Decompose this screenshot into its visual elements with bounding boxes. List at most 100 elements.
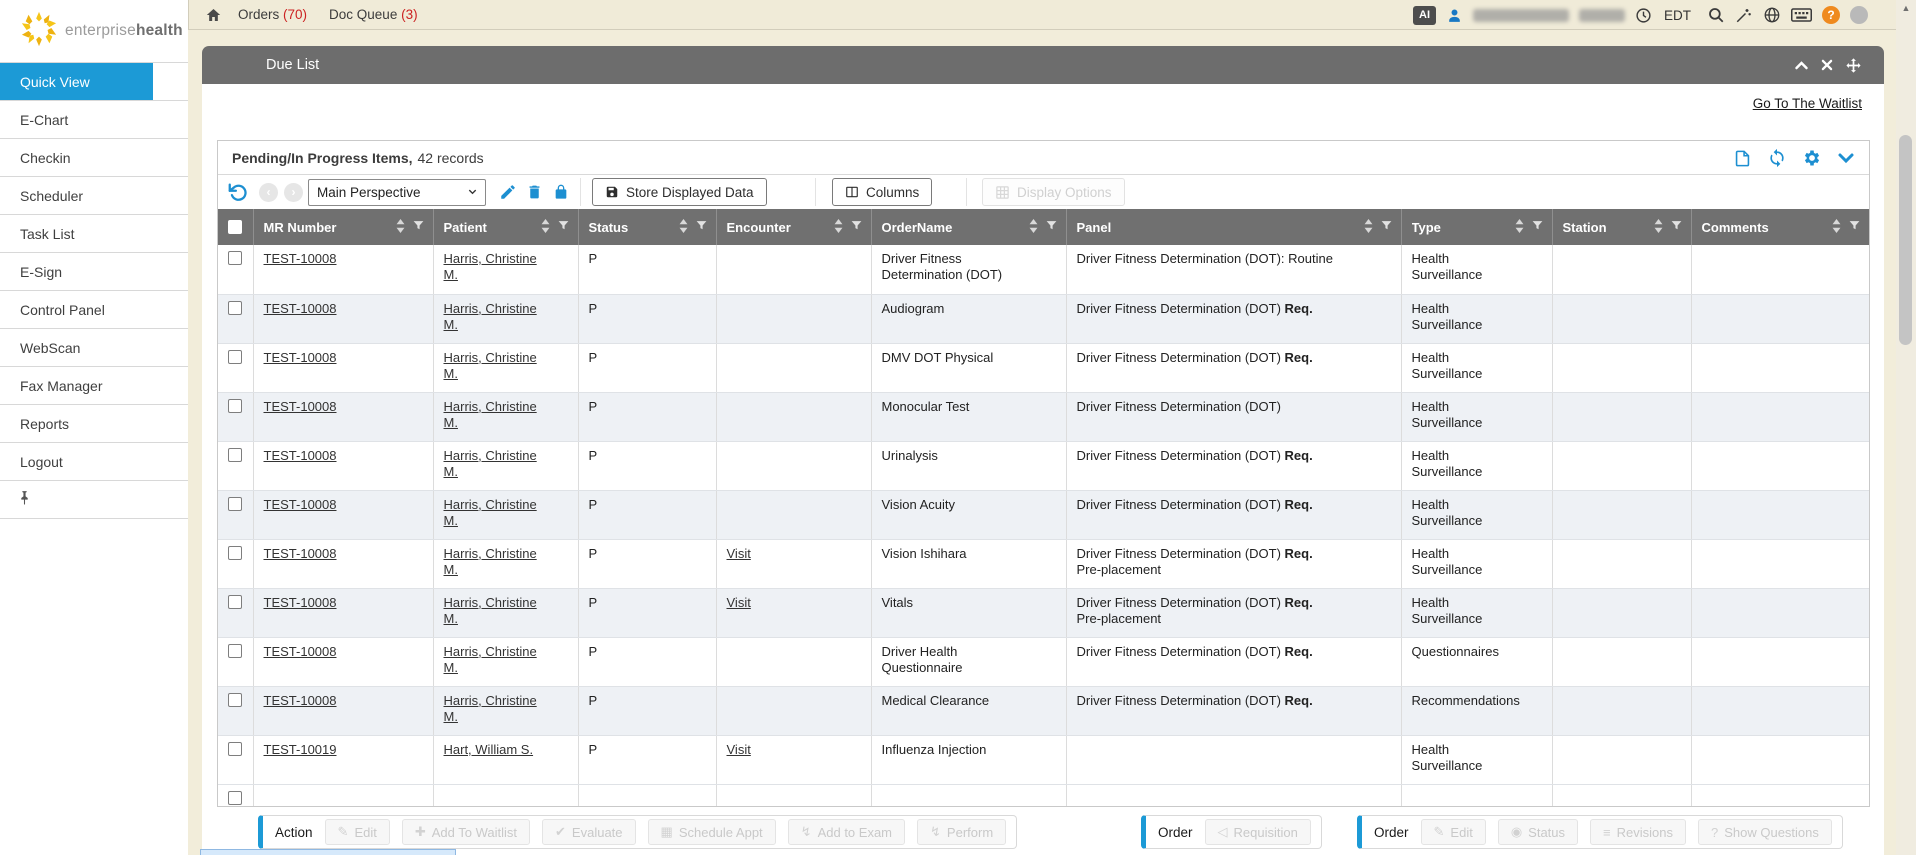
lock-icon[interactable]	[553, 175, 569, 209]
row-checkbox[interactable]	[228, 497, 242, 511]
requisition-button[interactable]: ◁Requisition	[1205, 819, 1311, 845]
filter-icon[interactable]	[1380, 219, 1393, 235]
status-button[interactable]: ◉Status	[1498, 819, 1578, 845]
select-all-checkbox[interactable]	[228, 220, 242, 234]
column-header-comments[interactable]: Comments	[1691, 209, 1869, 245]
mr-number-link[interactable]: TEST-10008	[264, 251, 337, 266]
perform-button[interactable]: ↯Perform	[917, 819, 1006, 845]
refresh-icon[interactable]	[1767, 148, 1787, 168]
scrollbar-thumb[interactable]	[1899, 135, 1912, 345]
go-to-waitlist-link[interactable]: Go To The Waitlist	[1753, 96, 1862, 111]
patient-link[interactable]: Hart, William S.	[444, 742, 534, 757]
sort-icon[interactable]	[1831, 219, 1842, 236]
evaluate-button[interactable]: ✔Evaluate	[542, 819, 636, 845]
patient-link[interactable]: Harris, Christine M.	[444, 497, 537, 528]
mr-number-link[interactable]: TEST-10008	[264, 350, 337, 365]
display-options-button[interactable]: Display Options	[982, 178, 1125, 206]
column-header-encounter[interactable]: Encounter	[716, 209, 871, 245]
grid-scroll-area[interactable]: MR NumberPatientStatusEncounterOrderName…	[218, 209, 1869, 807]
sort-icon[interactable]	[1653, 219, 1664, 236]
filter-icon[interactable]	[1670, 219, 1683, 235]
encounter-link[interactable]: Visit	[727, 595, 751, 610]
clock-icon[interactable]	[1635, 7, 1652, 24]
mr-number-link[interactable]: TEST-10008	[264, 595, 337, 610]
avatar[interactable]	[1850, 6, 1868, 24]
undo-icon[interactable]	[228, 175, 249, 209]
help-icon[interactable]: ?	[1822, 6, 1840, 24]
row-checkbox[interactable]	[228, 791, 242, 805]
sidebar-item-checkin[interactable]: Checkin	[0, 139, 188, 177]
mr-number-link[interactable]: TEST-10008	[264, 693, 337, 708]
filter-icon[interactable]	[850, 219, 863, 235]
mr-number-link[interactable]: TEST-10008	[264, 399, 337, 414]
mr-number-link[interactable]: TEST-10008	[264, 301, 337, 316]
mr-number-link[interactable]: TEST-10008	[264, 448, 337, 463]
search-icon[interactable]	[1707, 6, 1725, 24]
ai-badge[interactable]: AI	[1413, 6, 1436, 25]
filter-icon[interactable]	[695, 219, 708, 235]
row-checkbox[interactable]	[228, 399, 242, 413]
columns-button[interactable]: Columns	[832, 178, 932, 206]
row-checkbox[interactable]	[228, 742, 242, 756]
collapse-icon[interactable]	[1794, 58, 1809, 73]
sidebar-item-webscan[interactable]: WebScan	[0, 329, 188, 367]
patient-link[interactable]: Harris, Christine M.	[444, 546, 537, 577]
column-header-ordername[interactable]: OrderName	[871, 209, 1066, 245]
show-questions-button[interactable]: ?Show Questions	[1698, 819, 1832, 845]
window-titlebar[interactable]: Due List	[202, 46, 1884, 84]
sort-icon[interactable]	[1363, 219, 1374, 236]
sidebar-item-e-chart[interactable]: E-Chart	[0, 101, 188, 139]
row-checkbox[interactable]	[228, 644, 242, 658]
row-checkbox[interactable]	[228, 693, 242, 707]
page-scrollbar[interactable]: ▲	[1896, 0, 1916, 855]
pencil-icon[interactable]	[499, 175, 517, 209]
row-checkbox[interactable]	[228, 546, 242, 560]
sidebar-item-reports[interactable]: Reports	[0, 405, 188, 443]
sidebar-item-e-sign[interactable]: E-Sign	[0, 253, 188, 291]
mr-number-link[interactable]: TEST-10019	[264, 742, 337, 757]
mr-number-link[interactable]: TEST-10008	[264, 644, 337, 659]
sort-icon[interactable]	[1028, 219, 1039, 236]
perspective-select[interactable]: Main Perspective	[308, 179, 486, 206]
row-checkbox[interactable]	[228, 595, 242, 609]
close-icon[interactable]	[1820, 58, 1834, 72]
scrollbar-up-arrow[interactable]: ▲	[1896, 3, 1916, 13]
sort-icon[interactable]	[833, 219, 844, 236]
patient-link[interactable]: Harris, Christine M.	[444, 595, 537, 626]
add-to-exam-button[interactable]: ↯Add to Exam	[788, 819, 905, 845]
edit-button[interactable]: ✎Edit	[325, 819, 390, 845]
wand-icon[interactable]	[1735, 6, 1753, 24]
sidebar-item-quick-view[interactable]: Quick View	[0, 63, 188, 101]
sidebar-item-scheduler[interactable]: Scheduler	[0, 177, 188, 215]
edit-button[interactable]: ✎Edit	[1421, 819, 1486, 845]
filter-icon[interactable]	[1045, 219, 1058, 235]
trash-icon[interactable]	[526, 175, 543, 209]
row-checkbox[interactable]	[228, 350, 242, 364]
row-checkbox[interactable]	[228, 301, 242, 315]
user-icon[interactable]	[1446, 7, 1463, 24]
row-checkbox[interactable]	[228, 448, 242, 462]
keyboard-icon[interactable]	[1791, 7, 1812, 23]
patient-link[interactable]: Harris, Christine M.	[444, 399, 537, 430]
move-icon[interactable]	[1845, 57, 1862, 74]
sidebar-item-fax-manager[interactable]: Fax Manager	[0, 367, 188, 405]
encounter-link[interactable]: Visit	[727, 742, 751, 757]
patient-link[interactable]: Harris, Christine M.	[444, 644, 537, 675]
nav-orders[interactable]: Orders (70)	[238, 7, 307, 22]
patient-link[interactable]: Harris, Christine M.	[444, 251, 537, 282]
next-icon[interactable]: ›	[284, 175, 303, 209]
filter-icon[interactable]	[1531, 219, 1544, 235]
home-icon[interactable]	[205, 7, 222, 23]
column-header-mr-number[interactable]: MR Number	[253, 209, 433, 245]
patient-link[interactable]: Harris, Christine M.	[444, 301, 537, 332]
store-displayed-data-button[interactable]: Store Displayed Data	[592, 178, 767, 206]
filter-icon[interactable]	[557, 219, 570, 235]
column-header-status[interactable]: Status	[578, 209, 716, 245]
pin-icon[interactable]	[18, 490, 31, 510]
sort-icon[interactable]	[678, 219, 689, 236]
chevron-down-icon[interactable]	[1837, 149, 1855, 167]
sort-icon[interactable]	[1514, 219, 1525, 236]
mr-number-link[interactable]: TEST-10008	[264, 546, 337, 561]
column-header-type[interactable]: Type	[1401, 209, 1552, 245]
patient-link[interactable]: Harris, Christine M.	[444, 693, 537, 724]
